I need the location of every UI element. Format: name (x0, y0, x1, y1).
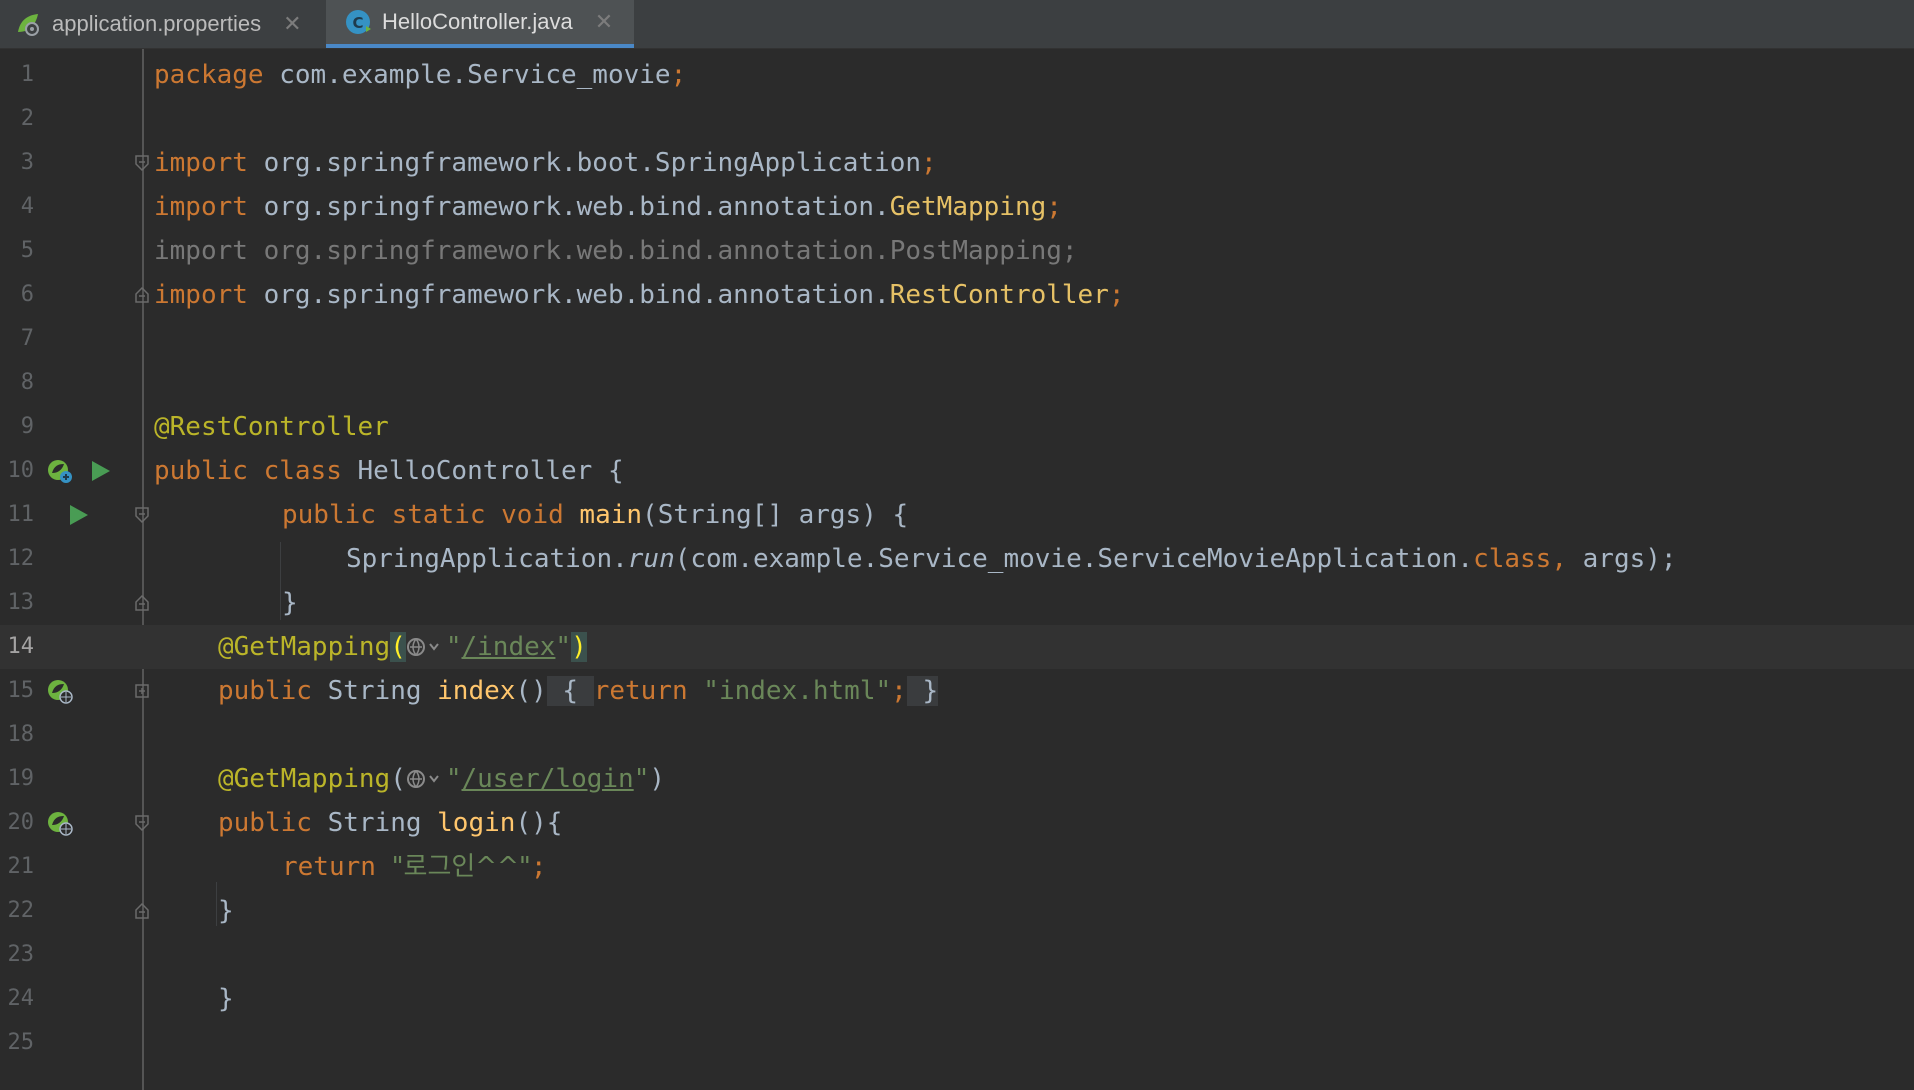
web-endpoint-icon[interactable] (406, 767, 446, 791)
url-link[interactable]: /user/login (462, 764, 634, 794)
fold-start-icon[interactable] (134, 815, 150, 831)
web-endpoint-gutter-icon[interactable] (46, 809, 74, 837)
spring-bean-icon[interactable] (46, 457, 74, 485)
fold-end-icon[interactable] (134, 287, 150, 303)
code-line[interactable]: 23 (0, 933, 1914, 977)
line-number: 11 (7, 502, 35, 527)
code-line[interactable]: 6 import org.springframework.web.bind.an… (0, 273, 1914, 317)
code-line[interactable]: 5 import org.springframework.web.bind.an… (0, 229, 1914, 273)
code-line[interactable]: 22 } (0, 889, 1914, 933)
fold-end-icon[interactable] (134, 903, 150, 919)
code-line[interactable]: 10 public class HelloController { (0, 449, 1914, 493)
close-tab-icon[interactable]: ✕ (595, 9, 613, 35)
svg-text:C: C (352, 14, 363, 32)
code-line[interactable]: 2 (0, 97, 1914, 141)
fold-start-icon[interactable] (134, 507, 150, 523)
tab-hello-controller[interactable]: C HelloController.java ✕ (326, 0, 634, 48)
line-number: 5 (20, 238, 34, 263)
code-line[interactable]: 12 SpringApplication.run(com.example.Ser… (0, 537, 1914, 581)
line-number: 6 (20, 282, 34, 307)
tab-label: application.properties (52, 11, 262, 36)
line-number: 25 (7, 1030, 35, 1055)
code-text: } (282, 588, 298, 618)
code-text: import org.springframework.boot.SpringAp… (154, 148, 937, 178)
code-text: return "로그인^^"; (282, 852, 547, 882)
code-text: public static void main(String[] args) { (282, 500, 909, 530)
line-number: 14 (7, 634, 35, 659)
line-number: 15 (7, 678, 35, 703)
code-line[interactable]: 15 public String index() { return "index… (0, 669, 1914, 713)
line-number: 13 (7, 590, 35, 615)
code-text: public class HelloController { (154, 456, 624, 486)
run-icon[interactable] (86, 457, 114, 485)
code-line-current[interactable]: 14 @GetMapping("/index") (0, 625, 1914, 669)
line-number: 18 (7, 722, 35, 747)
close-tab-icon[interactable]: ✕ (283, 11, 301, 37)
code-text: @RestController (154, 412, 389, 442)
code-text: } (218, 984, 234, 1014)
code-line[interactable]: 19 @GetMapping("/user/login") (0, 757, 1914, 801)
url-link[interactable]: /index (462, 632, 556, 662)
spring-properties-icon (18, 14, 39, 36)
code-line[interactable]: 24 } (0, 977, 1914, 1021)
line-number: 7 (20, 326, 34, 351)
code-line[interactable]: 9 @RestController (0, 405, 1914, 449)
folded-region[interactable]: } (906, 676, 939, 706)
line-number: 20 (7, 810, 35, 835)
line-number: 21 (7, 854, 35, 879)
tab-label: HelloController.java (382, 9, 573, 34)
fold-start-icon[interactable] (134, 155, 150, 171)
code-line[interactable]: 18 (0, 713, 1914, 757)
code-line[interactable]: 1 package com.example.Service_movie; (0, 53, 1914, 97)
code-line[interactable]: 13 } (0, 581, 1914, 625)
line-number: 23 (7, 942, 35, 967)
code-text: public String login(){ (218, 808, 563, 838)
code-line[interactable]: 8 (0, 361, 1914, 405)
web-endpoint-gutter-icon[interactable] (46, 677, 74, 705)
line-number: 3 (20, 150, 34, 175)
line-number: 1 (20, 62, 34, 87)
line-number: 10 (7, 458, 35, 483)
line-number: 2 (20, 106, 34, 131)
code-text: SpringApplication.run(com.example.Servic… (346, 544, 1677, 574)
web-endpoint-icon[interactable] (406, 635, 446, 659)
line-number: 8 (20, 370, 34, 395)
java-class-icon: C (346, 10, 371, 34)
code-line[interactable]: 20 public String login(){ (0, 801, 1914, 845)
code-text: import org.springframework.web.bind.anno… (154, 280, 1125, 310)
tab-application-properties[interactable]: application.properties ✕ (0, 0, 326, 48)
expand-fold-icon[interactable] (134, 683, 150, 699)
code-text: @GetMapping("/index") (218, 632, 587, 662)
line-number: 9 (20, 414, 34, 439)
code-editor[interactable]: 1 package com.example.Service_movie; 2 3… (0, 49, 1914, 1090)
code-text: package com.example.Service_movie; (154, 60, 687, 90)
editor-tab-bar: application.properties ✕ C HelloControll… (0, 0, 1914, 49)
line-number: 19 (7, 766, 35, 791)
line-number: 12 (7, 546, 35, 571)
code-text-unused-import: import org.springframework.web.bind.anno… (154, 236, 1078, 266)
code-text: @GetMapping("/user/login") (218, 764, 665, 794)
code-line[interactable]: 3 import org.springframework.boot.Spring… (0, 141, 1914, 185)
fold-end-icon[interactable] (134, 595, 150, 611)
code-line[interactable]: 7 (0, 317, 1914, 361)
code-text: public String index() { return "index.ht… (218, 676, 939, 706)
line-number: 4 (20, 194, 34, 219)
folded-region[interactable]: { (546, 676, 594, 706)
code-line[interactable]: 4 import org.springframework.web.bind.an… (0, 185, 1914, 229)
code-line[interactable]: 11 public static void main(String[] args… (0, 493, 1914, 537)
code-line[interactable]: 21 return "로그인^^"; (0, 845, 1914, 889)
code-text: } (218, 896, 234, 926)
line-number: 22 (7, 898, 35, 923)
line-number: 24 (7, 986, 35, 1011)
run-icon[interactable] (64, 501, 92, 529)
code-text: import org.springframework.web.bind.anno… (154, 192, 1062, 222)
code-line[interactable]: 25 (0, 1021, 1914, 1065)
